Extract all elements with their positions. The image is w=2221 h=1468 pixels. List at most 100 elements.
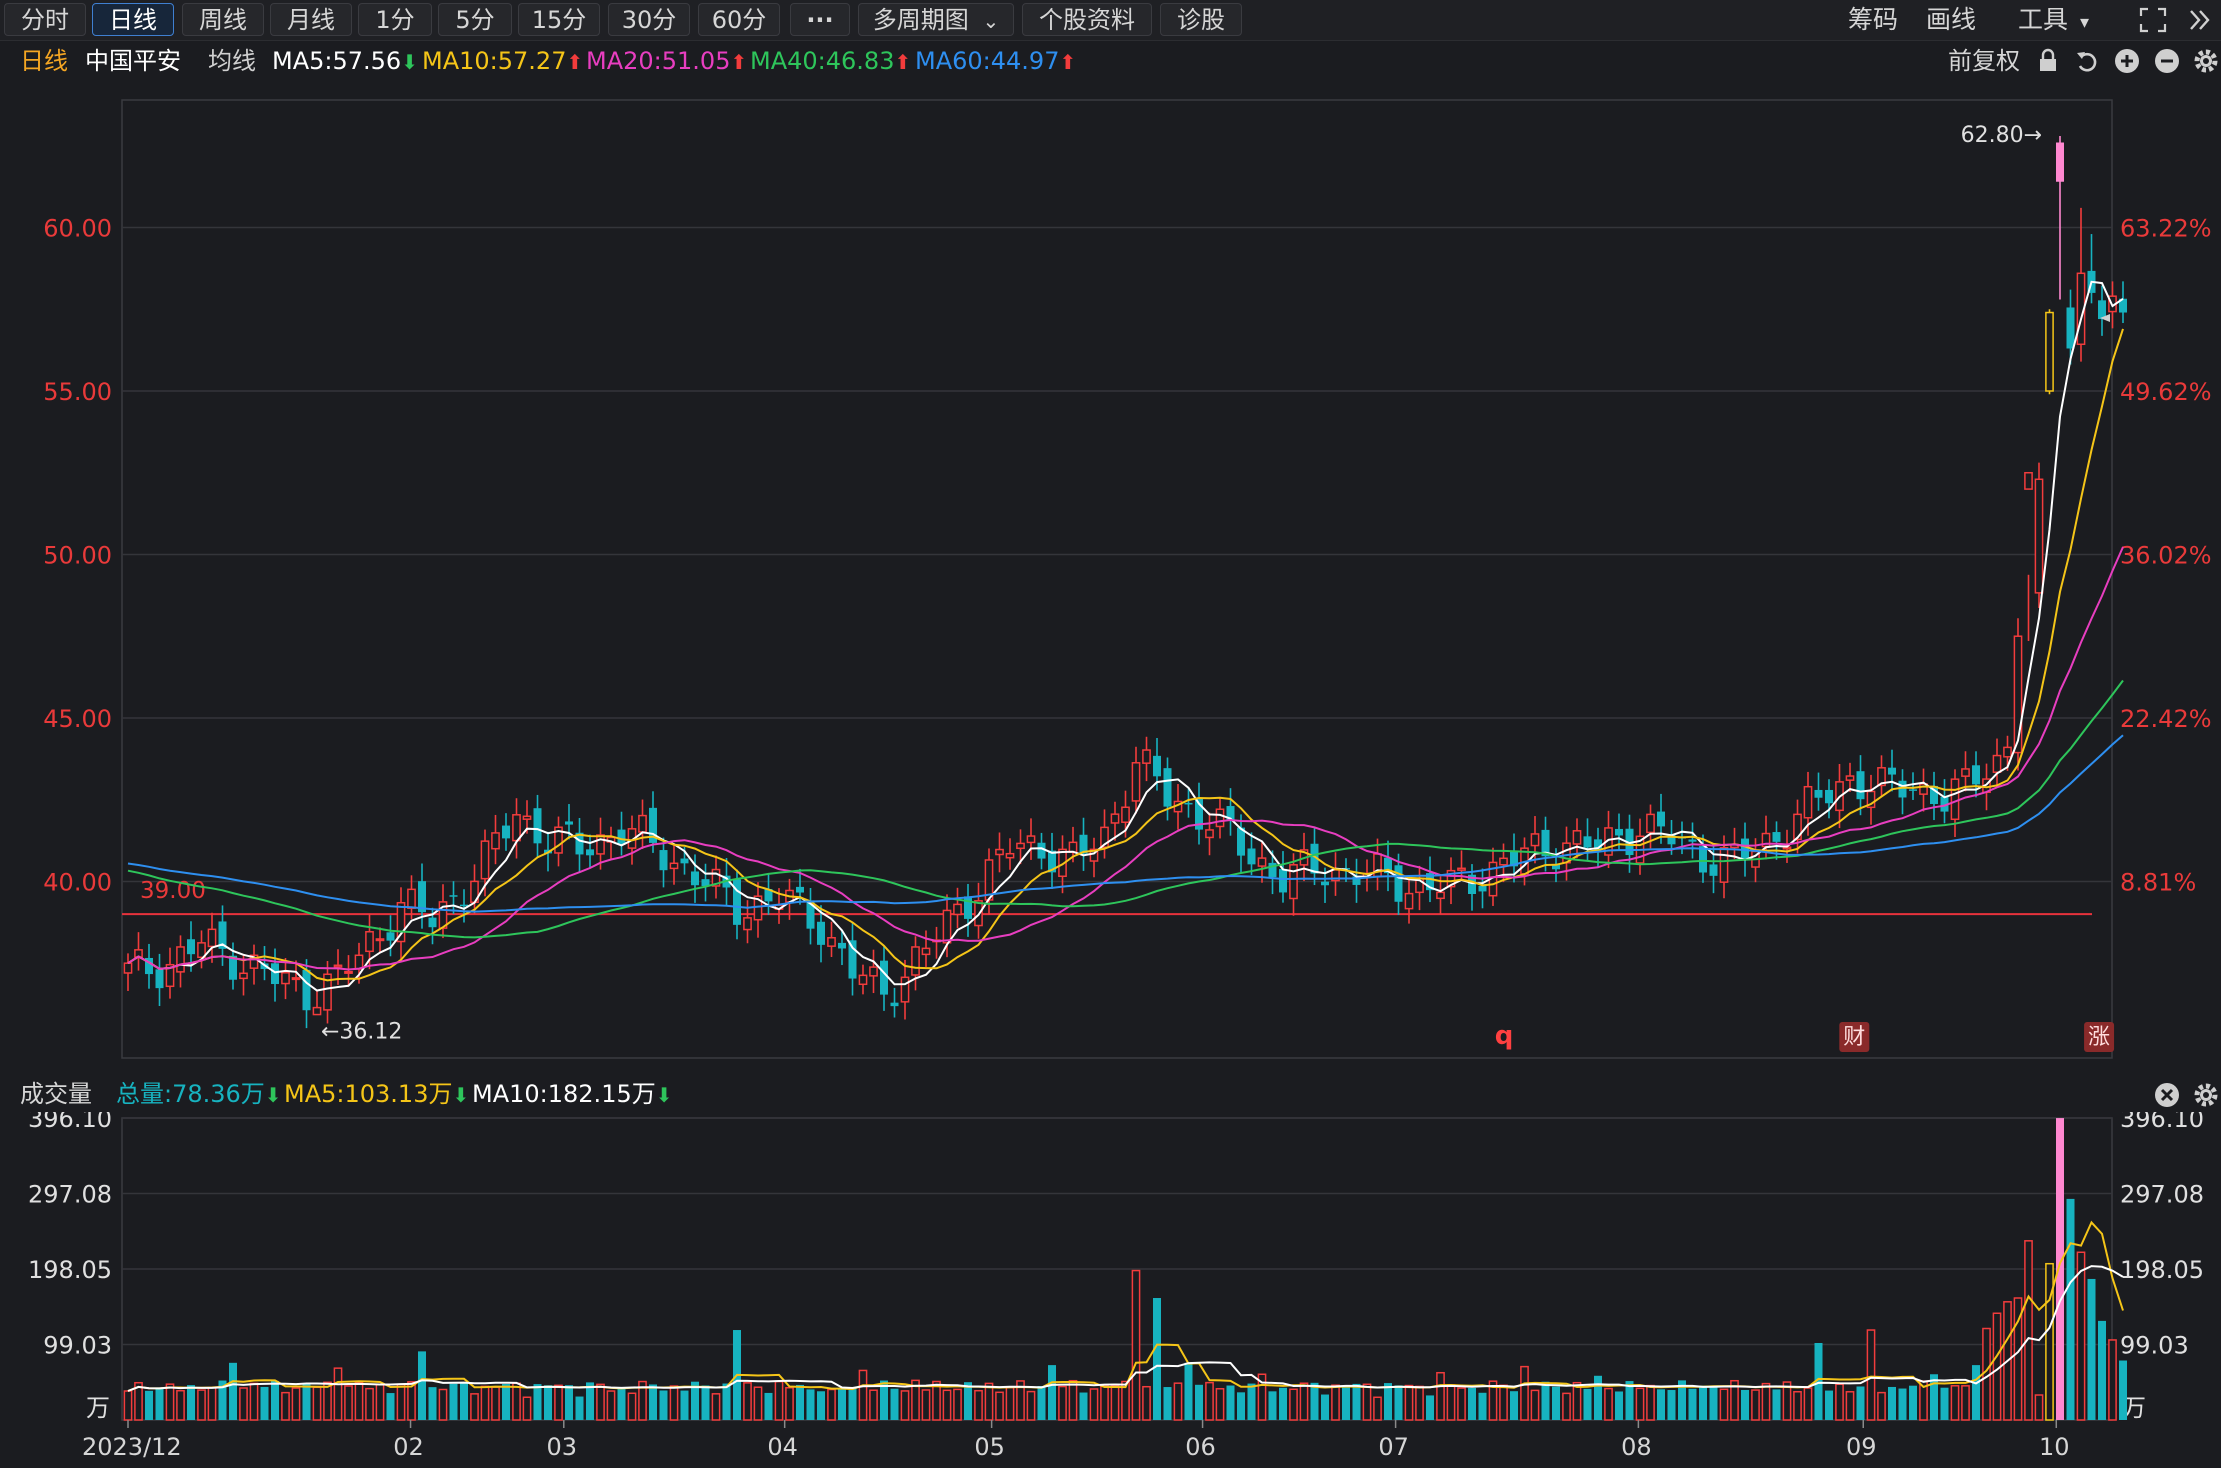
candle-body: [1299, 849, 1309, 866]
candle-body: [1541, 829, 1550, 857]
draw-line-button[interactable]: 画线: [1926, 3, 1976, 36]
ma-label[interactable]: 均线: [208, 42, 256, 80]
tab-weekly[interactable]: 周线: [182, 3, 264, 36]
candle-body: [1825, 789, 1833, 804]
candle-body: [365, 931, 374, 953]
volume-ma-lines: [127, 1220, 2124, 1392]
tab-5min[interactable]: 5分: [438, 3, 512, 36]
candle-body: [291, 977, 301, 981]
tab-60min[interactable]: 60分: [698, 3, 780, 36]
volume-bar: [2119, 1360, 2127, 1420]
tab-monthly[interactable]: 月线: [270, 3, 352, 36]
candle-body: [312, 1006, 322, 1016]
volume-bar: [1992, 1312, 2002, 1421]
diagnose-button[interactable]: 诊股: [1160, 3, 1242, 36]
candle-body: [1877, 767, 1886, 787]
zoom-in-icon[interactable]: [2114, 48, 2140, 74]
price-tick-label: 50.00: [43, 541, 112, 569]
volume-bar: [1856, 1386, 1865, 1420]
tab-daily[interactable]: 日线: [92, 3, 174, 36]
candle-body: [1310, 843, 1319, 874]
tools-button[interactable]: 工具 ▾: [2018, 3, 2089, 36]
volume-bar: [2013, 1297, 2023, 1421]
candle-body: [921, 947, 931, 956]
up-arrow-icon: ⬆: [566, 50, 584, 74]
candle-body: [596, 834, 605, 855]
volume-bar: [995, 1391, 1004, 1421]
candle-body: [838, 942, 846, 949]
multi-period-button[interactable]: 多周期图 ⌄: [858, 3, 1014, 36]
tab-30min[interactable]: 30分: [608, 3, 690, 36]
volume-bar: [2066, 1198, 2075, 1420]
volume-bar: [165, 1383, 175, 1421]
adjust-mode-button[interactable]: 前复权: [1948, 42, 2020, 80]
volume-bar: [1741, 1389, 1749, 1420]
candle-body: [659, 850, 668, 871]
candle-body: [1478, 885, 1487, 892]
candle-body: [1667, 834, 1676, 845]
candle-body: [386, 932, 395, 941]
candle-body: [827, 937, 836, 947]
volume-bar: [1562, 1392, 1571, 1421]
double-chevron-right-icon[interactable]: [2186, 6, 2214, 34]
volume-bar: [565, 1385, 573, 1420]
volume-unit-label: 万: [86, 1394, 110, 1422]
date-tick-label: 07: [1378, 1433, 1409, 1461]
volume-bar: [711, 1393, 721, 1421]
tab-1min[interactable]: 1分: [358, 3, 432, 36]
gear-icon[interactable]: [2192, 47, 2220, 75]
stock-profile-button[interactable]: 个股资料: [1022, 3, 1152, 36]
ma20-value: MA20:51.05⬆: [586, 47, 748, 75]
volume-bar: [1299, 1382, 1309, 1421]
event-marker-label: 财: [1843, 1025, 1865, 1050]
volume-bar: [407, 1381, 416, 1421]
chips-button[interactable]: 筹码: [1848, 3, 1898, 36]
up-arrow-icon: ⬆: [894, 50, 912, 74]
tab-intraday[interactable]: 分时: [4, 3, 86, 36]
candle-body: [1625, 828, 1634, 856]
fullscreen-icon[interactable]: [2138, 6, 2168, 34]
candle-body: [1321, 881, 1329, 886]
volume-bar: [932, 1380, 941, 1421]
close-icon[interactable]: [2154, 1082, 2180, 1108]
volume-bar: [522, 1396, 532, 1421]
volume-bar: [774, 1380, 784, 1421]
gear-icon[interactable]: [2192, 1081, 2220, 1109]
candle-body: [1982, 778, 1991, 794]
lock-icon[interactable]: [2036, 48, 2060, 74]
volume-bar: [1247, 1383, 1256, 1420]
volume-bar: [2024, 1240, 2033, 1421]
annotations: 62.80→ ←36.12 q 财 涨: [321, 123, 2115, 1052]
down-arrow-icon: ⬇: [452, 1083, 470, 1107]
volume-bar: [669, 1385, 679, 1421]
candle-body: [890, 1002, 899, 1007]
volume-bar: [806, 1389, 815, 1420]
volume-bar: [1289, 1388, 1298, 1421]
candle-body: [1352, 876, 1361, 885]
volume-bar: [869, 1389, 878, 1421]
volume-bar: [1909, 1385, 1917, 1420]
volume-bar: [617, 1387, 626, 1420]
candle-body: [1257, 857, 1267, 867]
candle-body: [974, 900, 983, 927]
candle-body: [134, 949, 143, 958]
candle-body: [932, 939, 941, 943]
reference-line-label: 39.00: [140, 878, 206, 904]
tab-15min[interactable]: 15分: [518, 3, 600, 36]
volume-bar: [848, 1387, 857, 1420]
zoom-out-icon[interactable]: [2154, 48, 2180, 74]
volume-bar: [281, 1391, 290, 1421]
percent-tick-label: 63.22%: [2120, 215, 2212, 243]
candle-body: [911, 946, 920, 976]
candle-body: [344, 970, 353, 974]
candle-body: [1153, 755, 1161, 777]
volume-bar: [145, 1390, 153, 1420]
volume-bar: [1404, 1384, 1414, 1421]
undo-icon[interactable]: [2074, 48, 2100, 74]
date-tick-label: 09: [1846, 1433, 1877, 1461]
candle-body: [995, 848, 1004, 856]
volume-grid: 396.10 396.10297.08 297.08198.05 198.0599.0…: [28, 1105, 2204, 1422]
volume-bar: [1331, 1384, 1340, 1421]
more-periods-button[interactable]: ···: [790, 3, 850, 36]
volume-bar: [1184, 1362, 1193, 1420]
